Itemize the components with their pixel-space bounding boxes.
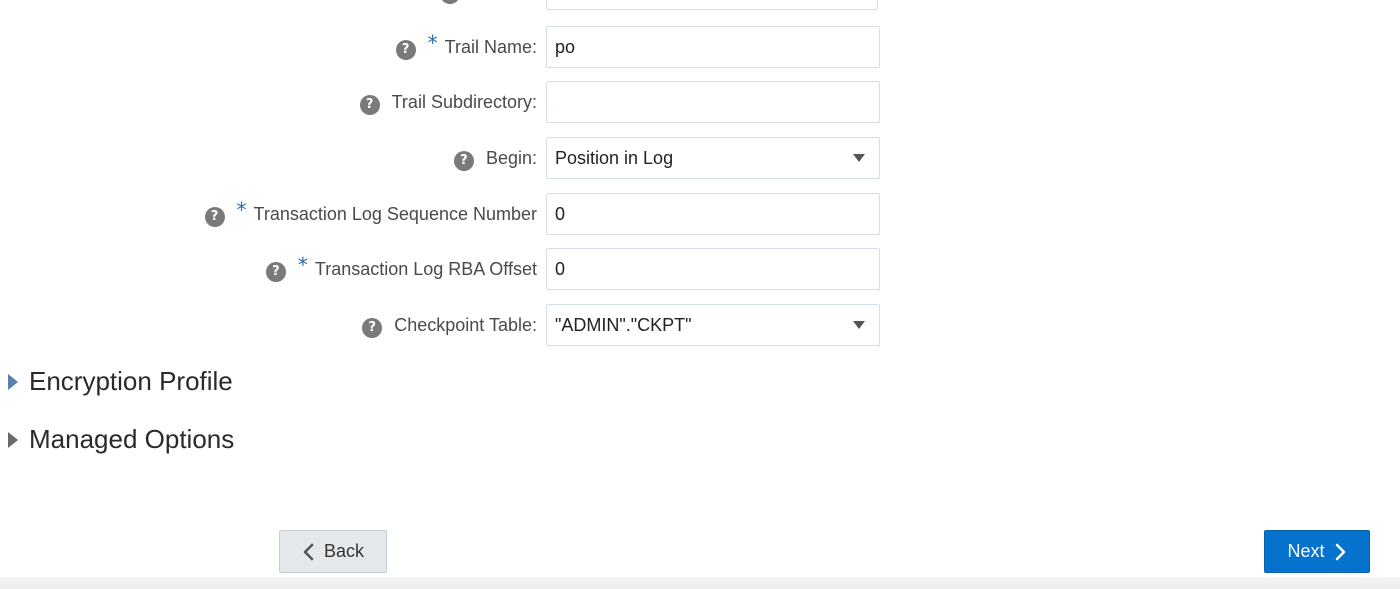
transaction-log-sequence-number-input[interactable]	[546, 193, 880, 235]
required-marker: *	[427, 31, 438, 55]
begin-row: ? Begin: Position in Log	[0, 137, 880, 179]
help-icon[interactable]: ?	[362, 317, 383, 338]
trail-subdirectory-input[interactable]	[546, 81, 880, 123]
required-marker: *	[297, 253, 308, 277]
trail-subdirectory-label: Trail Subdirectory:	[391, 91, 537, 112]
required-marker: *	[236, 198, 247, 222]
chevron-right-icon	[1335, 543, 1347, 561]
help-icon[interactable]: ?	[453, 150, 474, 171]
transaction-log-rba-offset-input[interactable]	[546, 248, 880, 290]
chevron-left-icon	[302, 543, 314, 561]
begin-select-value: Position in Log	[555, 147, 674, 168]
next-button[interactable]: Next	[1264, 530, 1370, 573]
caret-down-icon	[853, 321, 865, 329]
begin-label: Begin:	[485, 147, 537, 168]
help-icon[interactable]: ?	[265, 261, 286, 282]
managed-options-section-header[interactable]: Managed Options	[8, 424, 234, 455]
transaction-log-rba-offset-label: Transaction Log RBA Offset	[314, 258, 537, 279]
transaction-log-sequence-number-row: ? * Transaction Log Sequence Number	[0, 193, 880, 235]
extract-options-page: ? * Trail Name: ? Trail Subdirectory: ? …	[0, 0, 1400, 589]
disclosure-triangle-icon	[8, 431, 18, 448]
disclosure-triangle-icon	[8, 373, 18, 390]
page-footer-shade	[0, 577, 1400, 589]
checkpoint-table-label: Checkpoint Table:	[394, 314, 537, 335]
back-button[interactable]: Back	[279, 530, 387, 573]
managed-options-title: Managed Options	[29, 424, 235, 454]
help-icon[interactable]: ?	[359, 94, 380, 115]
help-icon[interactable]	[440, 0, 460, 4]
caret-down-icon	[853, 154, 865, 162]
trail-name-input[interactable]	[546, 26, 880, 68]
trail-name-label: Trail Name:	[444, 36, 537, 57]
trail-subdirectory-row: ? Trail Subdirectory:	[0, 81, 880, 123]
help-icon[interactable]: ?	[395, 39, 416, 60]
checkpoint-table-select[interactable]: "ADMIN"."CKPT"	[546, 304, 880, 346]
back-button-label: Back	[323, 541, 365, 561]
transaction-log-rba-offset-row: ? * Transaction Log RBA Offset	[0, 248, 880, 290]
begin-select[interactable]: Position in Log	[546, 137, 880, 179]
checkpoint-table-select-value: "ADMIN"."CKPT"	[555, 314, 692, 335]
encryption-profile-section-header[interactable]: Encryption Profile	[8, 366, 233, 397]
trail-name-row: ? * Trail Name:	[0, 26, 880, 68]
encryption-profile-title: Encryption Profile	[29, 366, 233, 396]
next-button-label: Next	[1287, 541, 1325, 561]
transaction-log-sequence-number-label: Transaction Log Sequence Number	[253, 203, 538, 224]
partial-text-field[interactable]	[546, 0, 878, 10]
help-icon[interactable]: ?	[204, 206, 225, 227]
checkpoint-table-row: ? Checkpoint Table: "ADMIN"."CKPT"	[0, 304, 880, 346]
